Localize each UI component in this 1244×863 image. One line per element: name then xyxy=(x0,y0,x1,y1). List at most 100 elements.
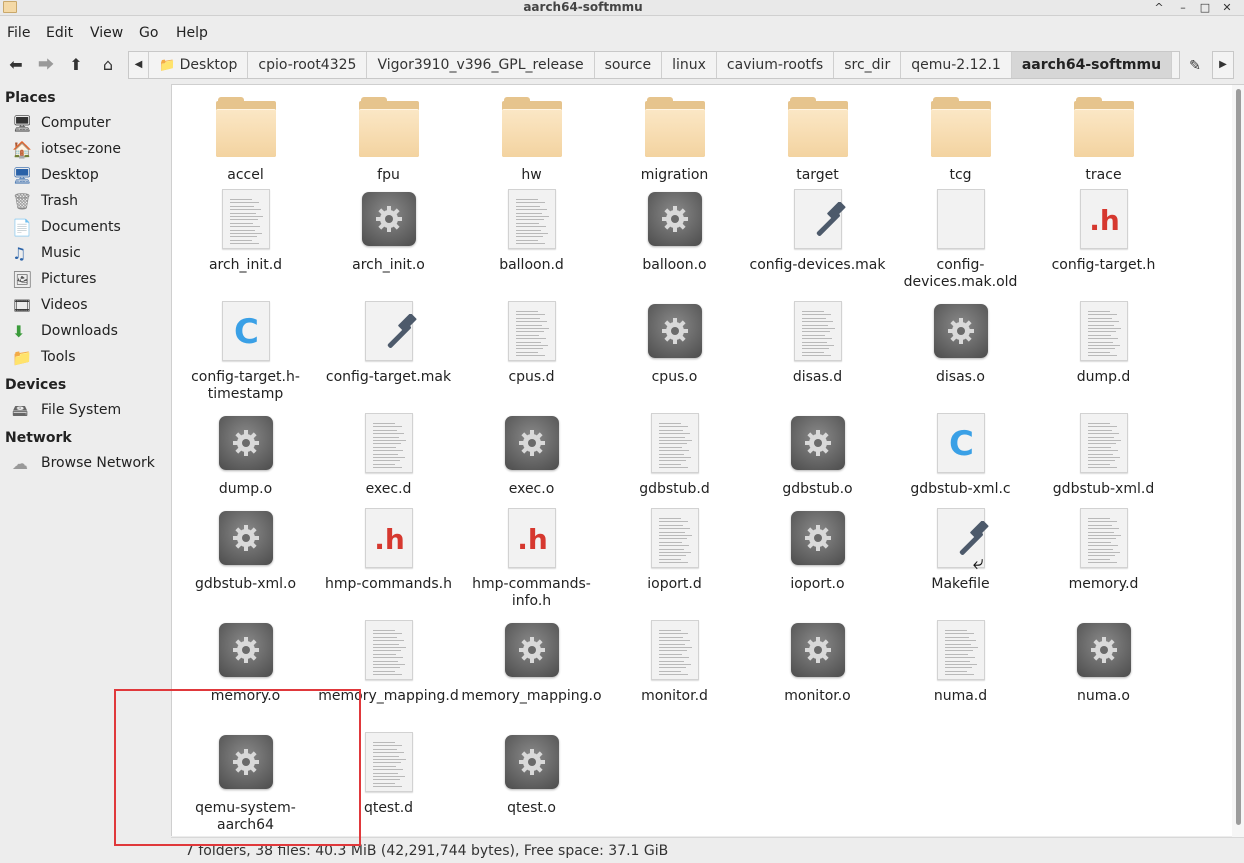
crumb-vigor-release[interactable]: Vigor3910_v396_GPL_release xyxy=(367,52,595,78)
file-item[interactable]: ioport.d xyxy=(603,506,746,593)
crumb-scroll-left-icon[interactable]: ◀ xyxy=(129,52,149,78)
crumb-qemu[interactable]: qemu-2.12.1 xyxy=(901,52,1012,78)
gear-icon xyxy=(786,411,850,475)
file-item[interactable]: fpu xyxy=(317,97,460,184)
menu-go[interactable]: Go xyxy=(139,25,158,41)
file-name: target xyxy=(796,167,839,183)
close-button[interactable]: ✕ xyxy=(1218,0,1236,15)
menu-view[interactable]: View xyxy=(90,25,123,41)
up-arrow-icon[interactable]: ⬆ xyxy=(63,53,89,77)
file-item[interactable]: trace xyxy=(1032,97,1175,184)
forward-arrow-icon[interactable]: ⮕ xyxy=(33,53,59,77)
file-item[interactable]: gdbstub.o xyxy=(746,411,889,498)
file-item[interactable]: monitor.d xyxy=(603,618,746,705)
file-item[interactable]: dump.o xyxy=(174,411,317,498)
file-item[interactable]: balloon.d xyxy=(460,187,603,274)
file-item[interactable]: Cconfig-target.h-timestamp xyxy=(174,299,317,403)
back-arrow-icon[interactable]: ⬅ xyxy=(3,53,29,77)
file-item[interactable]: config-devices.mak xyxy=(746,187,889,274)
scrollbar-thumb[interactable] xyxy=(1236,89,1241,825)
file-item[interactable]: balloon.o xyxy=(603,187,746,274)
file-item[interactable]: .h hmp-commands-info.h xyxy=(460,506,603,610)
file-item[interactable]: disas.d xyxy=(746,299,889,386)
crumb-desktop[interactable]: 📁 Desktop xyxy=(149,52,249,78)
crumb-src-dir[interactable]: src_dir xyxy=(834,52,902,78)
file-item[interactable]: arch_init.o xyxy=(317,187,460,274)
file-name: tcg xyxy=(949,167,972,183)
file-item[interactable]: qtest.d xyxy=(317,730,460,817)
sidebar-item-trash[interactable]: 🗑 Trash xyxy=(12,191,167,213)
file-name: gdbstub.o xyxy=(782,481,853,497)
title-bar[interactable]: aarch64-softmmu ^ – □ ✕ xyxy=(0,0,1244,16)
file-item[interactable]: accel xyxy=(174,97,317,184)
sidebar-item-computer[interactable]: 🖥 Computer xyxy=(12,113,167,135)
sidebar-item-browse-network[interactable]: ☁ Browse Network xyxy=(12,453,167,475)
crumb-aarch64-softmmu[interactable]: aarch64-softmmu xyxy=(1011,52,1173,78)
file-name: hmp-commands-info.h xyxy=(472,576,591,609)
file-item[interactable]: config-target.mak xyxy=(317,299,460,386)
file-item[interactable]: numa.d xyxy=(889,618,1032,705)
file-item[interactable]: arch_init.d xyxy=(174,187,317,274)
sidebar-item-file-system[interactable]: 🖴 File System xyxy=(12,400,167,422)
minimize-button[interactable]: – xyxy=(1174,0,1192,15)
file-item[interactable]: migration xyxy=(603,97,746,184)
text-file-icon xyxy=(929,618,993,682)
menu-help[interactable]: Help xyxy=(176,25,208,41)
sidebar-item-videos[interactable]: 🎞 Videos xyxy=(12,295,167,317)
file-item[interactable]: disas.o xyxy=(889,299,1032,386)
file-name: trace xyxy=(1085,167,1122,183)
file-item[interactable]: monitor.o xyxy=(746,618,889,705)
menu-edit[interactable]: Edit xyxy=(46,25,73,41)
header-file-icon: .h xyxy=(500,506,564,570)
file-item[interactable]: gdbstub.d xyxy=(603,411,746,498)
file-item[interactable]: ioport.o xyxy=(746,506,889,593)
file-item[interactable]: qtest.o xyxy=(460,730,603,817)
crumb-source[interactable]: source xyxy=(595,52,663,78)
sidebar-item-pictures[interactable]: 🖼 Pictures xyxy=(12,269,167,291)
file-item[interactable]: qemu-system-aarch64 xyxy=(174,730,317,834)
file-item[interactable]: gdbstub-xml.o xyxy=(174,506,317,593)
file-item[interactable]: tcg xyxy=(889,97,1032,184)
file-name: disas.o xyxy=(936,369,985,385)
maximize-button[interactable]: □ xyxy=(1196,0,1214,15)
crumb-cavium-rootfs[interactable]: cavium-rootfs xyxy=(717,52,835,78)
shade-button[interactable]: ^ xyxy=(1150,0,1168,15)
file-item[interactable]: dump.d xyxy=(1032,299,1175,386)
status-text: 7 folders, 38 files: 40.3 MiB (42,291,74… xyxy=(185,843,669,859)
file-view[interactable]: accel fpu hw migration target tcg trace arch_in… xyxy=(171,84,1244,837)
file-item[interactable]: target xyxy=(746,97,889,184)
sidebar-item-downloads[interactable]: ⬇ Downloads xyxy=(12,321,167,343)
file-item[interactable]: hw xyxy=(460,97,603,184)
file-item[interactable]: .h hmp-commands.h xyxy=(317,506,460,593)
file-item[interactable]: .h config-target.h xyxy=(1032,187,1175,274)
file-item[interactable]: Cgdbstub-xml.c xyxy=(889,411,1032,498)
sidebar-item-music[interactable]: ♫ Music xyxy=(12,243,167,265)
file-item[interactable]: memory.d xyxy=(1032,506,1175,593)
crumb-scroll-right-icon[interactable]: ▶ xyxy=(1212,51,1234,79)
file-item[interactable]: ⤶ Makefile xyxy=(889,506,1032,593)
text-file-icon xyxy=(500,187,564,251)
sidebar-item-documents[interactable]: 📄 Documents xyxy=(12,217,167,239)
gear-icon xyxy=(500,730,564,794)
vertical-scrollbar[interactable] xyxy=(1232,85,1244,837)
file-item[interactable]: cpus.d xyxy=(460,299,603,386)
file-item[interactable]: memory_mapping.d xyxy=(317,618,460,705)
sidebar-item-desktop[interactable]: 🖥 Desktop xyxy=(12,165,167,187)
file-item[interactable]: cpus.o xyxy=(603,299,746,386)
file-name: gdbstub.d xyxy=(639,481,710,497)
file-item[interactable]: numa.o xyxy=(1032,618,1175,705)
file-item[interactable]: config-devices.mak.old xyxy=(889,187,1032,291)
sidebar-item-iotsec-zone[interactable]: 🏠 iotsec-zone xyxy=(12,139,167,161)
home-icon[interactable]: ⌂ xyxy=(95,53,121,77)
file-item[interactable]: exec.o xyxy=(460,411,603,498)
menu-file[interactable]: File xyxy=(7,25,30,41)
file-item[interactable]: memory_mapping.o xyxy=(460,618,603,705)
music-icon: ♫ xyxy=(12,244,27,263)
crumb-cpio-root[interactable]: cpio-root4325 xyxy=(248,52,368,78)
crumb-linux[interactable]: linux xyxy=(662,52,717,78)
file-item[interactable]: gdbstub-xml.d xyxy=(1032,411,1175,498)
file-item[interactable]: exec.d xyxy=(317,411,460,498)
pencil-icon[interactable]: ✎ xyxy=(1184,55,1206,77)
file-item[interactable]: memory.o xyxy=(174,618,317,705)
sidebar-item-tools[interactable]: 📁 Tools xyxy=(12,347,167,369)
